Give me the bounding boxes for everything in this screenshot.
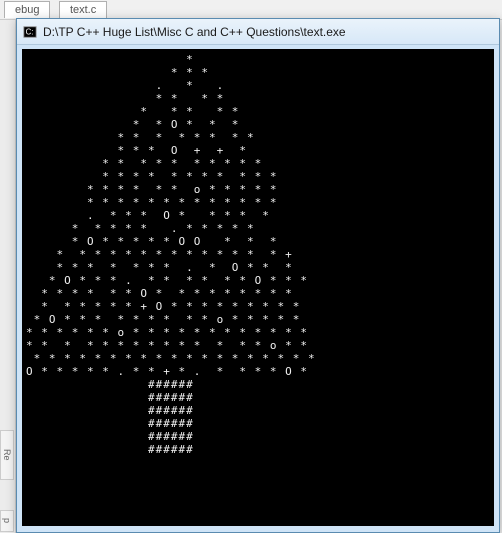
side-button-p[interactable]: p bbox=[0, 510, 14, 532]
tab-debug[interactable]: ebug bbox=[4, 1, 50, 18]
ide-left-panel: Re p bbox=[0, 20, 16, 533]
side-button-re[interactable]: Re bbox=[0, 430, 14, 480]
ascii-tree-output: * * * * . * . * * * * * * * * * * * O * … bbox=[26, 53, 494, 456]
titlebar[interactable]: C: D:\TP C++ Huge List\Misc C and C++ Qu… bbox=[17, 19, 499, 45]
console-window: C: D:\TP C++ Huge List\Misc C and C++ Qu… bbox=[16, 18, 500, 533]
editor-tab-strip: ebug text.c bbox=[0, 0, 502, 20]
console-icon: C: bbox=[23, 25, 37, 39]
tab-textc[interactable]: text.c bbox=[59, 1, 107, 18]
svg-text:C:: C: bbox=[26, 27, 34, 36]
console-output-area: * * * * . * . * * * * * * * * * * * O * … bbox=[22, 49, 494, 526]
window-title: D:\TP C++ Huge List\Misc C and C++ Quest… bbox=[43, 25, 346, 39]
